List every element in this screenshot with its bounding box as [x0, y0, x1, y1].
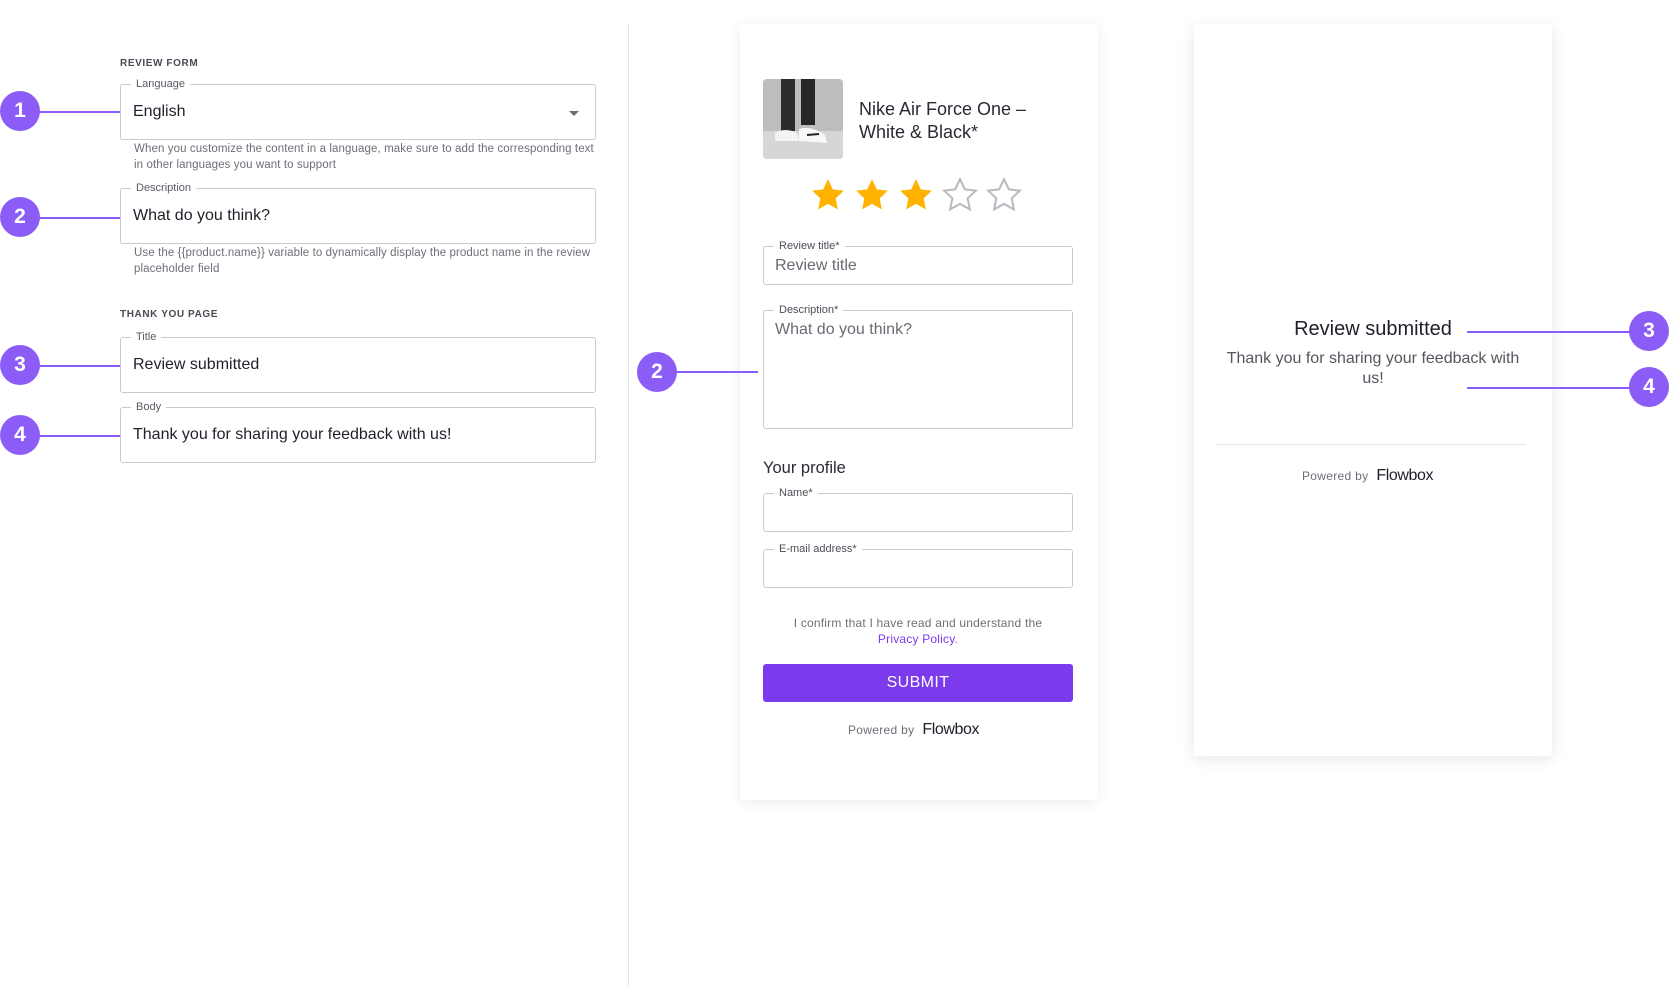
name-label: Name* — [774, 486, 818, 500]
callout-line-2 — [38, 217, 120, 219]
star-icon-empty[interactable] — [984, 175, 1024, 215]
star-icon-filled[interactable] — [808, 175, 848, 215]
language-select[interactable]: Language English — [120, 77, 596, 140]
callout-line-4-preview — [1467, 387, 1631, 389]
star-icon-empty[interactable] — [940, 175, 980, 215]
product-name: Nike Air Force One – White & Black* — [859, 99, 1027, 142]
flowbox-logo[interactable]: Flowbox — [922, 721, 979, 739]
callout-badge-4: 4 — [0, 415, 40, 455]
callout-line-4 — [38, 435, 120, 437]
thank-you-title: Review submitted — [1294, 318, 1452, 340]
powered-by-footer: Powered by Flowbox — [848, 721, 980, 739]
review-description-placeholder: What do you think? — [775, 321, 912, 338]
consent-period: . — [954, 632, 959, 646]
review-title-label: Review title* — [774, 239, 845, 253]
callout-line-3-preview — [1467, 331, 1631, 333]
callout-line-3 — [38, 365, 120, 367]
thank-you-preview-card — [1194, 24, 1552, 756]
description-helper-text: Use the {{product.name}} variable to dyn… — [134, 247, 591, 275]
star-rating[interactable] — [808, 175, 1024, 215]
caret-down-icon[interactable] — [569, 111, 579, 116]
star-icon-filled[interactable] — [896, 175, 936, 215]
callout-badge-3: 3 — [0, 345, 40, 385]
language-value: English — [133, 103, 186, 120]
powered-by-footer-thanks: Powered by Flowbox — [1302, 467, 1434, 485]
callout-badge-4-preview: 4 — [1629, 367, 1669, 407]
language-helper-text: When you customize the content in a lang… — [134, 143, 594, 171]
callout-badge-3-preview: 3 — [1629, 311, 1669, 351]
email-input[interactable]: E-mail address* — [763, 542, 1073, 588]
title-value: Review submitted — [133, 356, 260, 373]
thank-you-body: Thank you for sharing your feedback with… — [1226, 350, 1520, 387]
callout-line-1 — [38, 111, 120, 113]
thank-you-page-heading: THANK YOU PAGE — [120, 309, 219, 320]
star-icon-filled[interactable] — [852, 175, 892, 215]
review-title-placeholder: Review title — [775, 257, 857, 274]
powered-by-label: Powered by — [848, 723, 915, 737]
powered-by-label-thanks: Powered by — [1302, 469, 1369, 483]
body-input[interactable]: Body Thank you for sharing your feedback… — [120, 400, 596, 463]
your-profile-heading: Your profile — [763, 459, 846, 477]
flowbox-logo-thanks[interactable]: Flowbox — [1376, 467, 1433, 485]
callout-badge-2-preview: 2 — [637, 352, 677, 392]
callout-line-2-preview — [675, 371, 758, 373]
description-input[interactable]: Description What do you think? — [120, 181, 596, 244]
title-input[interactable]: Title Review submitted — [120, 330, 596, 393]
consent-statement: I confirm that I have read and understan… — [793, 616, 1043, 630]
submit-button[interactable]: SUBMIT — [763, 664, 1073, 702]
review-description-label: Description* — [774, 303, 844, 317]
review-title-input[interactable]: Review title* Review title — [763, 239, 1073, 285]
description-value: What do you think? — [133, 207, 270, 224]
product-image — [763, 79, 843, 159]
callout-badge-1: 1 — [0, 91, 40, 131]
review-form-heading: REVIEW FORM — [120, 58, 199, 69]
consent-text: I confirm that I have read and understan… — [763, 615, 1073, 647]
privacy-policy-link[interactable]: Privacy Policy — [878, 632, 955, 646]
panel-divider — [628, 24, 629, 986]
thank-you-divider — [1216, 444, 1526, 445]
name-input[interactable]: Name* — [763, 486, 1073, 532]
email-label: E-mail address* — [774, 542, 862, 556]
review-description-input[interactable]: Description* What do you think? — [763, 303, 1073, 429]
body-value: Thank you for sharing your feedback with… — [133, 426, 452, 443]
callout-badge-2: 2 — [0, 197, 40, 237]
